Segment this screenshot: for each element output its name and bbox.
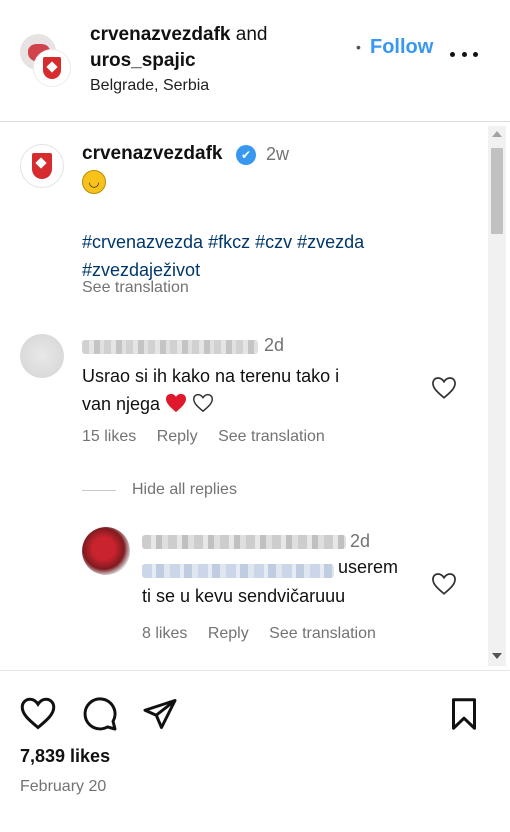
caption-see-translation[interactable]: See translation (82, 279, 189, 297)
caption-avatar[interactable] (20, 144, 64, 188)
comment-time[interactable]: 2d (264, 335, 284, 356)
like-reply-heart-icon[interactable] (431, 572, 457, 596)
club-crest-icon (32, 153, 52, 179)
comment-meta: 15 likes Reply See translation (82, 428, 341, 446)
reply-time[interactable]: 2d (350, 531, 370, 552)
see-translation-button[interactable]: See translation (269, 625, 376, 642)
reply-button[interactable]: Reply (208, 625, 249, 642)
post-likes-count[interactable]: 7,839 likes (20, 746, 110, 767)
post-header: crvenazvezdafk and uros_spajic Belgrade,… (0, 0, 510, 122)
follow-button[interactable]: Follow (370, 36, 433, 59)
comment-bubble-icon[interactable] (82, 696, 118, 732)
scrollbar-thumb[interactable] (491, 148, 503, 234)
see-translation-button[interactable]: See translation (218, 428, 325, 445)
like-comment-heart-icon[interactable] (431, 376, 457, 400)
red-heart-emoji-icon (166, 393, 187, 413)
white-heart-emoji-icon (193, 393, 214, 413)
reply-likes[interactable]: 8 likes (142, 625, 187, 642)
comments-scrollbar[interactable] (488, 126, 506, 666)
blurred-username[interactable] (82, 340, 258, 354)
header-username-2[interactable]: uros_spajic (90, 50, 196, 71)
reply-text-line-1: userem (338, 557, 399, 577)
comment-text-line-2: van njega (82, 394, 161, 414)
header-username-1[interactable]: crvenazvezdafk (90, 24, 230, 45)
reply-avatar[interactable] (82, 527, 130, 575)
club-crest-icon (43, 57, 61, 79)
location-link[interactable]: Belgrade, Serbia (90, 77, 209, 95)
scroll-down-arrow-icon[interactable] (488, 650, 506, 662)
avatar-crvenazvezdafk[interactable] (34, 50, 70, 86)
comment-avatar[interactable] (20, 334, 64, 378)
scroll-up-arrow-icon[interactable] (488, 128, 506, 140)
save-bookmark-icon[interactable] (446, 696, 482, 732)
post-date[interactable]: February 20 (20, 778, 106, 796)
hashtags-line-2[interactable]: #zvezdaježivot (82, 260, 200, 280)
hashtags-line-1[interactable]: #crvenazvezda #fkcz #czv #zvezda (82, 232, 364, 252)
reply-text-line-2: ti se u kevu sendvičaruuu (142, 586, 346, 606)
caption-username[interactable]: crvenazvezdafk (82, 143, 222, 165)
divider-line (82, 490, 116, 491)
share-send-icon[interactable] (142, 696, 178, 732)
blurred-mention[interactable] (142, 564, 334, 578)
separator-dot: • (356, 39, 361, 55)
reply-button[interactable]: Reply (157, 428, 198, 445)
caption-hashtags: #crvenazvezda #fkcz #czv #zvezda #zvezda… (82, 228, 442, 284)
more-options-icon[interactable] (450, 44, 478, 64)
hide-all-replies-button[interactable]: Hide all replies (132, 481, 237, 499)
and-text: and (235, 24, 268, 45)
collab-usernames: crvenazvezdafk and uros_spajic (90, 22, 267, 74)
comment-likes[interactable]: 15 likes (82, 428, 136, 445)
upside-down-face-emoji-icon: ◡ (82, 170, 106, 194)
reply-meta: 8 likes Reply See translation (142, 625, 392, 643)
comment-text: Usrao si ih kako na terenu tako i van nj… (82, 362, 402, 418)
like-heart-icon[interactable] (20, 696, 56, 732)
caption-time[interactable]: 2w (266, 144, 289, 165)
collab-avatars[interactable] (18, 32, 74, 88)
blurred-username[interactable] (142, 535, 346, 549)
verified-badge-icon: ✔ (236, 145, 256, 165)
comment-text-line-1: Usrao si ih kako na terenu tako i (82, 366, 340, 386)
